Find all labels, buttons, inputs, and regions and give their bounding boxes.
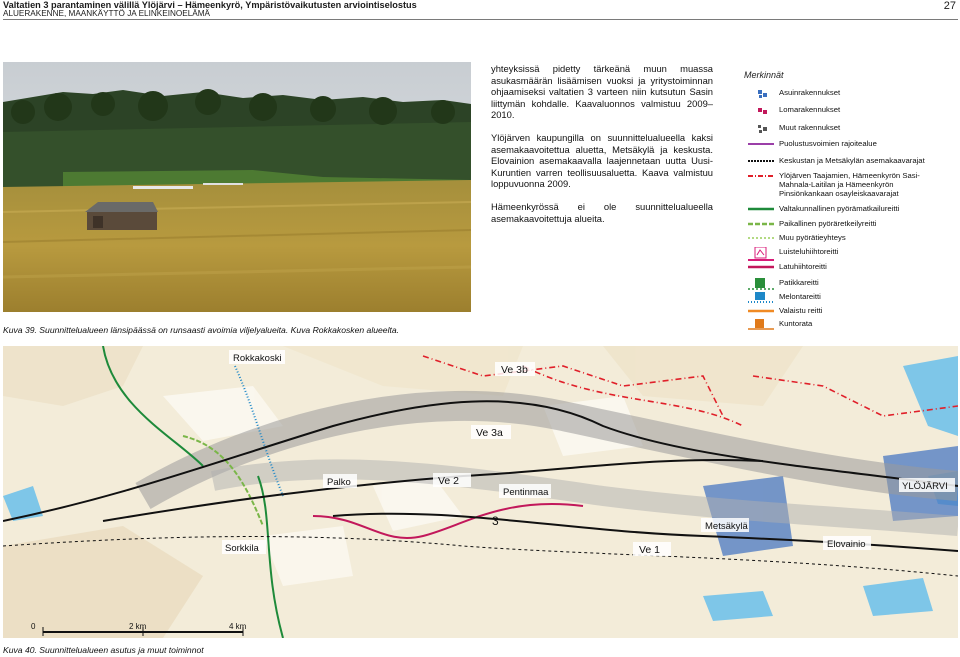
paragraph: yhteyksissä pidetty tärkeänä muun muassa… [491,63,713,121]
map-label: Metsäkylä [701,518,749,532]
legend-label: Latuhiihtoreitti [779,262,827,271]
legend-label: Paikallinen pyöräretkeilyreitti [779,219,877,228]
map-label: Ve 3b [495,362,535,376]
skate-ski-route-icon [748,247,774,261]
landscape-photo [3,62,471,312]
national-cycle-route-icon [748,207,774,211]
map-label: 3 [492,514,499,528]
body-text: yhteyksissä pidetty tärkeänä muun muassa… [491,63,713,235]
legend-label: Valtakunnallinen pyörämatkailureitti [779,204,900,213]
legend-label: Valaistu reitti [779,306,823,315]
svg-text:Elovainio: Elovainio [827,539,866,550]
scale-label: 0 [31,622,36,631]
scale-label: 2 km [129,622,147,631]
legend-label: Melontareitti [779,292,821,301]
scale-label: 4 km [229,622,247,631]
svg-text:Palko: Palko [327,477,351,488]
svg-text:Ve 3a: Ve 3a [476,427,503,439]
paragraph: Ylöjärven kaupungilla on suunnittelualue… [491,131,713,190]
legend-label: Keskustan ja Metsäkylän asemakaavarajat [779,156,925,165]
residential-buildings-icon [758,90,767,98]
svg-text:Ve 3b: Ve 3b [501,364,528,376]
legend-label: Luisteluhiihtoreitti [779,247,839,256]
map-label: Palko [323,474,357,488]
map-label: Sorkkila [222,540,266,554]
legend-label: Kuntorata [779,319,813,328]
svg-text:Sorkkila: Sorkkila [225,543,260,554]
map-label: Ve 1 [633,542,671,556]
map-label: YLÖJÄRVI [899,478,955,492]
section-title: ALUERAKENNE, MAANKÄYTTÖ JA ELINKEINOELÄM… [3,9,211,18]
photo-caption: Kuva 39. Suunnittelualueen länsipäässä o… [3,325,400,335]
legend-label: Muu pyörätieyhteys [779,233,846,242]
fitness-track-icon [748,319,774,330]
map-label: Pentinmaa [499,484,551,498]
svg-text:Rokkakoski: Rokkakoski [233,353,282,364]
canoe-route-icon [748,292,774,303]
local-cycle-route-icon [748,222,774,226]
ski-trail-icon [748,265,774,269]
map-label: Elovainio [823,536,871,550]
legend-label: Patikkareitti [779,278,819,287]
header-rule [3,19,958,20]
map-caption: Kuva 40. Suunnittelualueen asutus ja muu… [3,645,204,655]
paragraph: Hämeenkyrössä ei ole suunnittelualueella… [491,200,713,224]
svg-text:YLÖJÄRVI: YLÖJÄRVI [902,481,948,492]
page-number: 27 [943,0,956,12]
svg-text:3: 3 [492,514,499,528]
legend-label: Asuinrakennukset [779,88,841,97]
land-use-map: Rokkakoski Ve 3b Ve 3a Palko Ve 2 Pentin… [3,346,958,638]
map-label: Ve 2 [433,473,471,487]
zoning-boundary-icon [748,160,774,162]
map-legend: Merkinnät Asuinrakennukset Lomarakennuks… [744,70,958,332]
barn [85,202,158,230]
svg-text:Ve 2: Ve 2 [438,475,459,487]
restriction-line-icon [748,143,774,145]
svg-text:Ve 1: Ve 1 [639,544,660,556]
svg-text:Pentinmaa: Pentinmaa [503,487,549,498]
holiday-buildings-icon [758,108,767,114]
lit-trail-icon [748,309,774,313]
legend-label: Muut rakennukset [779,123,841,132]
map-label: Ve 3a [471,425,511,439]
legend-item: Ylöjärven Taajamien, Hämeenkyrön Sasi-Ma… [744,171,958,205]
page-header: Valtatien 3 parantaminen välillä Ylöjärv… [3,0,958,20]
legend-title: Merkinnät [744,70,784,80]
hiking-trail-icon [748,278,774,290]
svg-text:Metsäkylä: Metsäkylä [705,521,748,532]
other-buildings-icon [758,125,767,133]
other-cycle-path-icon [748,237,774,239]
legend-label: Lomarakennukset [779,105,841,114]
map-label: Rokkakoski [229,350,285,364]
legend-label: Ylöjärven Taajamien, Hämeenkyrön Sasi-Ma… [779,171,920,198]
legend-label: Puolustusvoimien rajoitealue [779,139,877,148]
master-plan-boundary-icon [748,175,774,177]
